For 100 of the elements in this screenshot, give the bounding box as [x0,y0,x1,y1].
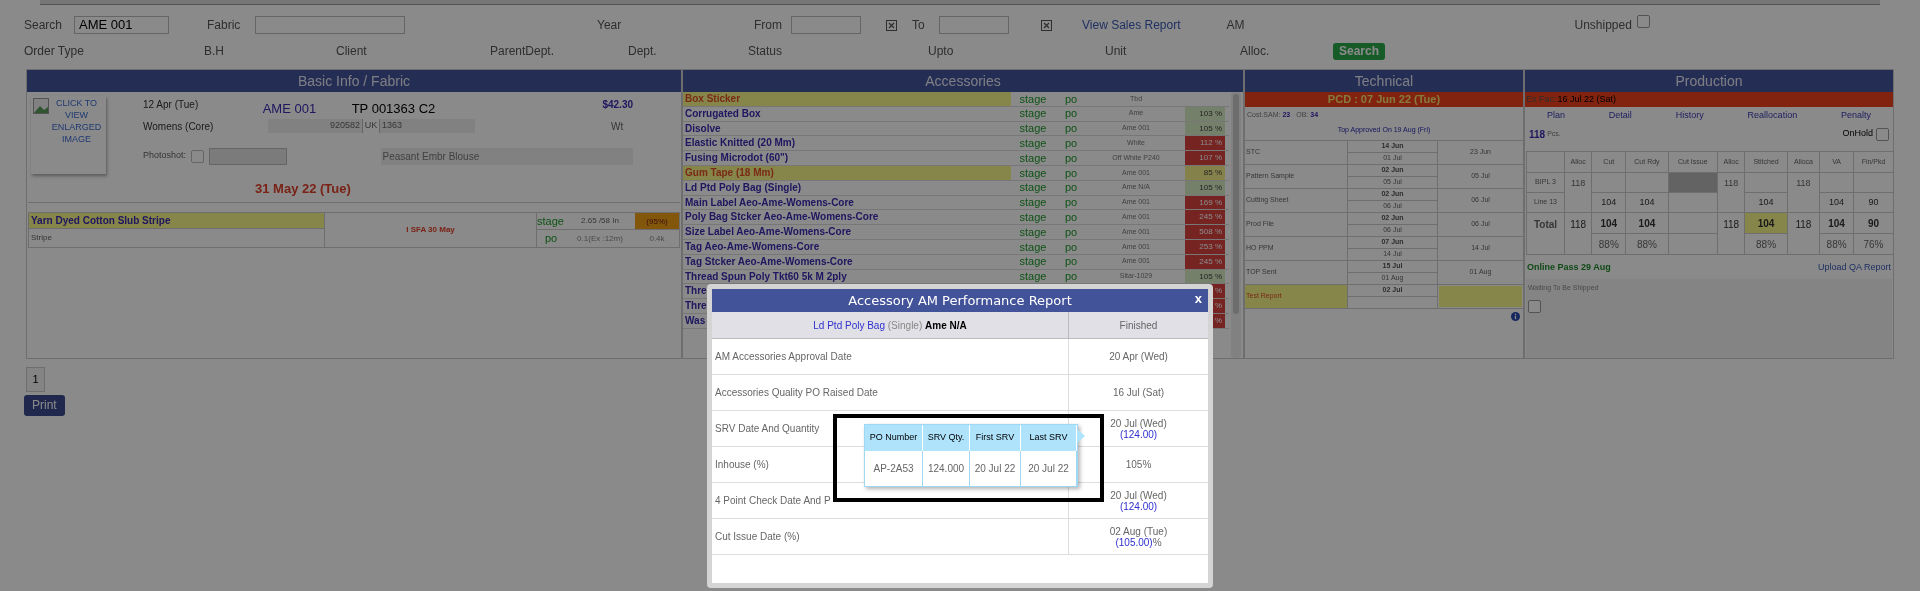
accessory-name[interactable]: Corrugated Box [683,106,1011,121]
clear-icon[interactable] [1041,19,1052,31]
po-label: po [1064,166,1078,179]
accessory-name[interactable]: Fusing Microdot (60") [683,151,1011,165]
table-cell: 104 [1638,217,1656,229]
table-cell: 118 [1796,178,1811,188]
stage-label: stage [1019,181,1047,194]
table-cell: 104 [1828,217,1845,229]
stage-label: stage [1019,92,1047,105]
accessory-name[interactable]: Tag Stcker Aeo-Ame-Womens-Core [683,254,1011,269]
percent-badge: 508 % [1185,225,1225,239]
table-cell: 20 Jul 22 [970,451,1021,486]
row-quantity: (105.00)% [1115,536,1162,548]
po-label: po [1064,137,1078,150]
date-field[interactable] [939,16,1009,34]
table-cell: 88% [1636,238,1657,250]
percent-badge: 245 % [1185,210,1225,225]
photoshot-field[interactable] [208,147,287,165]
field-label: AM [1226,17,1245,34]
row-value: 20 Jul (Wed) [1110,417,1167,429]
field-label: From [754,17,783,34]
table-cell: 118 [1723,178,1739,188]
fabric-field[interactable] [255,16,405,34]
search-field[interactable]: AME 001 [74,16,169,34]
row-label: Inhouse (%) [715,458,769,472]
quantity-field: 1363 [380,119,475,133]
checkbox[interactable] [1528,299,1541,313]
info-icon[interactable] [1511,312,1520,321]
sfa-note: I SFA 30 May [406,224,455,236]
style-name: AME 001 [262,100,318,118]
table-cell: 118 [1571,178,1586,188]
sales-report-link[interactable]: View Sales Report [1082,16,1181,34]
field-label: Upto [928,43,955,60]
table-cell: 104 [1601,196,1617,207]
nav-link[interactable]: Detail [1608,109,1632,123]
table-cell: 104 [1758,196,1774,207]
item-title: Ld Ptd Poly Bag (Single) Ame N/A [813,318,967,333]
po-label: po [1064,92,1078,105]
clear-icon[interactable] [886,19,897,31]
row-label: Accessories Quality PO Raised Date [715,386,878,400]
stage-label: stage [1019,122,1047,135]
accessory-name[interactable]: Tag Aeo-Ame-Womens-Core [683,239,1011,254]
page-button[interactable]: 1 [26,367,45,392]
row-value: 20 Apr (Wed) [1109,351,1168,362]
checkbox[interactable] [1636,14,1650,28]
row-quantity: (124.00) [1119,500,1158,512]
fabric-percent: (95%) [635,213,679,229]
stage-label: stage [537,213,565,229]
fabric-type: Stripe [30,232,53,244]
accessory-name[interactable]: Ld Ptd Poly Bag (Single) [683,180,1011,195]
modal-title: Accessory AM Performance Report [848,291,1072,310]
row-value: 20 Jul (Wed) [1110,489,1167,501]
field-label: To [912,17,926,34]
category: Womens (Core) [143,119,215,134]
image-link[interactable]: CLICK TO VIEW ENLARGED IMAGE [31,96,106,145]
column-header: SRV Qty. [923,425,970,451]
accessory-name[interactable]: Size Label Aeo-Ame-Womens-Core [683,225,1011,239]
accessory-name[interactable]: Thread Spun Poly Tkt60 5k M 2ply [683,269,1011,284]
online-pass-note: Online Pass 29 Aug [1527,261,1611,275]
column-header: First SRV [970,425,1021,451]
image-placeholder[interactable]: CLICK TO VIEW ENLARGED IMAGE [31,96,106,174]
nav-link[interactable]: History [1675,109,1704,123]
stage-label: stage [1019,151,1047,164]
table-cell: 88% [1756,238,1777,250]
status-label: Finished [1119,318,1158,333]
pcd-bar: PCD : 07 Jun 22 (Tue) [1245,92,1523,107]
nav-link[interactable]: Penalty [1841,109,1872,123]
stage-label: stage [1019,270,1047,283]
field-label: Year [597,17,623,34]
order-date: 12 Apr (Tue) [143,98,200,112]
po-label: po [1064,255,1078,268]
nav-link[interactable]: Reallocation [1747,109,1798,123]
stage-label: stage [1019,211,1047,224]
upload-report-link[interactable]: Upload QA Report [1817,261,1891,275]
accessory-name[interactable]: Box Sticker [683,92,1011,106]
field-label: B.H [204,43,225,60]
accessory-name[interactable]: Disolve [683,121,1011,136]
stage-label: stage [1019,196,1047,209]
table-cell: 104 [1639,196,1655,207]
field-label: ParentDept. [490,43,556,60]
accessory-name[interactable]: Poly Bag Stcker Aeo-Ame-Womens-Core [683,210,1011,225]
panel-header: Basic Info / Fabric [27,70,681,92]
accessory-name[interactable]: Main Label Aeo-Ame-Womens-Core [683,195,1011,210]
table-cell: 124.000 [923,451,970,486]
checkbox[interactable] [1876,127,1889,141]
nav-link[interactable]: Plan [1546,109,1565,123]
panel-header: Production [1525,70,1893,92]
ex-factory-date: 16 Jul 22 (Sat) [1557,92,1617,106]
accessory-name[interactable]: Elastic Knitted (20 Mm) [683,136,1011,151]
checkbox[interactable] [191,149,204,163]
row-value: 105% [1125,459,1152,470]
search-button[interactable]: Search [1333,42,1386,60]
date-field[interactable] [791,16,861,34]
table-cell: 88% [1826,238,1847,250]
print-button[interactable]: Print [24,394,65,416]
field-label: Unshipped [1574,17,1632,34]
field-label: Status [748,43,784,60]
broken-image-icon [33,98,49,114]
field-label: Fabric [207,17,242,34]
price: $42.30 [602,98,633,112]
